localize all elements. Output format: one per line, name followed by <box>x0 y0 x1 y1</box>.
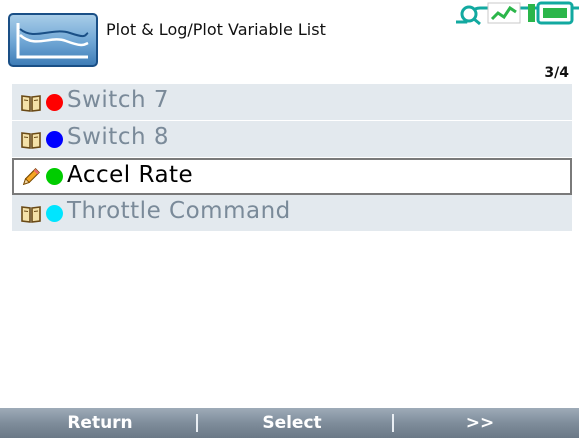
color-dot <box>46 131 63 148</box>
list-item[interactable]: Throttle Command <box>12 195 572 232</box>
next-page-button[interactable]: >> <box>410 408 550 438</box>
softkey-bar: Return Select >> <box>0 408 579 438</box>
list-item[interactable]: Switch 7 <box>12 84 572 121</box>
list-item-label: Switch 7 <box>67 87 169 113</box>
list-item-label: Throttle Command <box>67 198 291 224</box>
pencil-icon <box>22 168 40 186</box>
status-bar <box>456 1 579 26</box>
list-item-label: Switch 8 <box>67 124 169 150</box>
book-icon <box>21 132 41 149</box>
page-title: Plot & Log/Plot Variable List <box>106 20 326 39</box>
list-item-label: Accel Rate <box>67 162 194 188</box>
list-item[interactable]: Switch 8 <box>12 121 572 158</box>
return-button[interactable]: Return <box>30 408 170 438</box>
softkey-divider <box>196 414 198 432</box>
color-dot <box>46 168 63 185</box>
color-dot <box>46 94 63 111</box>
page-indicator: 3/4 <box>544 65 569 81</box>
signal-chart-icon <box>487 2 521 24</box>
plot-chart-icon <box>8 13 98 67</box>
book-icon <box>21 206 41 223</box>
header: Plot & Log/Plot Variable List 3/4 <box>0 0 579 82</box>
battery-icon <box>528 1 574 25</box>
softkey-divider <box>392 414 394 432</box>
book-icon <box>21 95 41 112</box>
variable-list: Switch 7 Switch 8 Accel Rate Throttle Co… <box>12 84 572 232</box>
select-button[interactable]: Select <box>222 408 362 438</box>
color-dot <box>46 205 63 222</box>
list-item-selected[interactable]: Accel Rate <box>12 158 572 195</box>
